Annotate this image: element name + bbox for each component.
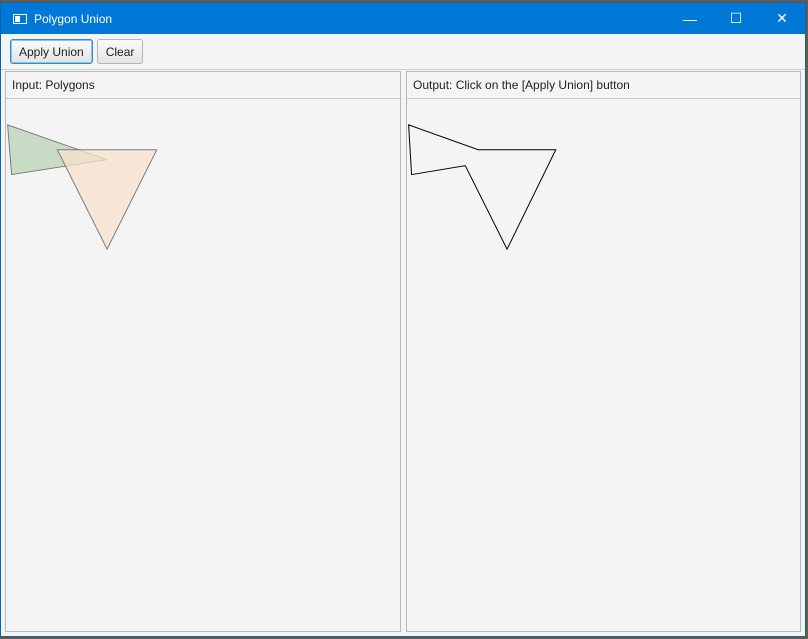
- maximize-button[interactable]: ☐: [713, 3, 759, 34]
- close-button[interactable]: ✕: [759, 3, 805, 34]
- output-pane: Output: Click on the [Apply Union] butto…: [406, 71, 801, 632]
- output-pane-header: Output: Click on the [Apply Union] butto…: [407, 72, 800, 99]
- title-bar[interactable]: Polygon Union — ☐ ✕: [1, 3, 805, 34]
- union-polygon-outline: [408, 124, 557, 251]
- input-canvas[interactable]: [6, 99, 400, 631]
- app-window: Polygon Union — ☐ ✕ Apply Union Clear In…: [0, 2, 806, 637]
- toolbar: Apply Union Clear: [1, 34, 805, 70]
- maximize-icon: ☐: [729, 10, 743, 26]
- input-pane: Input: Polygons: [5, 71, 401, 632]
- input-polygon-orange[interactable]: [56, 149, 158, 251]
- app-icon: [13, 13, 27, 24]
- window-controls: — ☐ ✕: [667, 3, 805, 34]
- input-drawing: [7, 124, 158, 251]
- input-pane-header: Input: Polygons: [6, 72, 400, 99]
- output-canvas[interactable]: [407, 99, 800, 631]
- split-pane: Input: Polygons Output: Click on the [Ap…: [5, 71, 801, 632]
- clear-button[interactable]: Clear: [96, 39, 144, 64]
- window-title: Polygon Union: [34, 11, 113, 26]
- close-icon: ✕: [776, 10, 788, 26]
- minimize-icon: —: [683, 10, 697, 27]
- output-drawing: [408, 124, 557, 251]
- apply-union-button[interactable]: Apply Union: [10, 39, 93, 64]
- minimize-button[interactable]: —: [667, 3, 713, 34]
